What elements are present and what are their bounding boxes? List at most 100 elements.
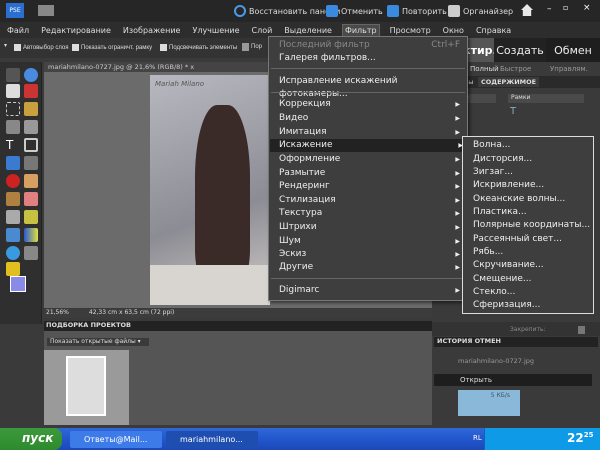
straighten-tool-icon[interactable] [24,156,38,170]
menu-item-texture[interactable]: Текстура ▶ [279,207,464,220]
menu-filter[interactable]: Фильтр [341,23,380,37]
gradient-tool-icon[interactable] [24,228,38,242]
home-icon[interactable] [521,4,533,16]
trash-icon[interactable] [578,326,585,334]
eyedropper-tool-icon[interactable] [24,84,38,98]
close-tab-icon[interactable]: x [190,63,194,71]
subtab-guided[interactable]: Управлям. [550,65,588,73]
submenu-item-polar-coordinates[interactable]: Полярные координаты... [473,219,590,232]
subtab-quick[interactable]: Быстрое [500,65,531,73]
highlight-checkbox[interactable]: Подсвечивать элементы [160,44,237,51]
submenu-item-shear[interactable]: Искривление... [473,179,544,192]
close-button[interactable]: × [583,3,591,13]
clone-stamp-tool-icon[interactable] [6,192,20,206]
menu-item-filter-gallery[interactable]: Галерея фильтров... [279,52,464,65]
contents-dropdown-1[interactable]: ▾ [464,94,496,104]
lasso-tool-icon[interactable] [24,102,38,116]
blur-tool-icon[interactable] [24,246,38,260]
submenu-item-diffuse-glow[interactable]: Рассеянный свет... [473,233,562,246]
menu-enhance[interactable]: Улучшение [190,25,241,36]
crop-tool-icon[interactable] [24,138,38,152]
undo-button[interactable]: Отменить [326,5,383,17]
options-menu-arrow[interactable]: ▾ [4,42,7,49]
taskbar-item-photoshop[interactable]: mariahmilano... [166,431,258,448]
menu-item-render[interactable]: Рендеринг ▶ [279,180,464,193]
panel-tab-contents[interactable]: СОДЕРЖИМОЕ [478,77,540,87]
menu-edit[interactable]: Редактирование [39,25,113,36]
minimize-button[interactable]: – [547,4,552,14]
menu-file[interactable]: Файл [5,25,31,36]
subtab-full[interactable]: Полный [470,65,499,73]
organizer-button[interactable]: Органайзер [448,5,513,17]
submenu-item-glass[interactable]: Стекло... [473,286,515,299]
menu-item-artistic[interactable]: Имитация ▶ [279,126,464,139]
menu-item-video[interactable]: Видео ▶ [279,112,464,125]
brush-tool-icon[interactable] [6,210,20,224]
restore-button[interactable]: ▫ [563,3,568,12]
marquee-tool-icon[interactable] [6,102,20,116]
menu-item-brush-strokes[interactable]: Штрихи ▶ [279,221,464,234]
menu-item-adjustments[interactable]: Коррекция ▶ [279,98,464,111]
tab-share[interactable]: Обмен [546,38,600,62]
submenu-item-zigzag[interactable]: Зигзаг... [473,166,513,179]
history-item-open[interactable]: Открыть [434,374,592,386]
menu-item-last-filter[interactable]: Последний фильтр Ctrl+F [279,39,464,52]
submenu-item-ocean-ripple[interactable]: Океанские волны... [473,193,565,206]
menu-item-distort[interactable]: Искажение ▶ [270,139,467,152]
menu-item-sketch[interactable]: Эскиз ▶ [279,248,464,261]
history-item-file[interactable]: mariahmilano-0727.jpg [438,351,588,371]
menu-item-noise[interactable]: Шум ▶ [279,235,464,248]
submenu-item-twirl[interactable]: Скручивание... [473,259,544,272]
cookie-cutter-tool-icon[interactable] [6,156,20,170]
menu-image[interactable]: Изображение [121,25,183,36]
restore-panels-button[interactable]: Восстановить панели [234,5,340,17]
layout-button[interactable] [38,5,54,16]
menu-item-stylize-design[interactable]: Оформление ▶ [279,153,464,166]
submenu-item-ripple[interactable]: Рябь... [473,246,503,259]
auto-select-checkbox[interactable]: Автовыбор слоя [14,44,69,51]
submenu-item-liquify[interactable]: Пластика... [473,206,527,219]
language-indicator[interactable]: RL [473,434,482,442]
healing-brush-tool-icon[interactable] [24,174,38,188]
redo-button[interactable]: Повторить [387,5,447,17]
text-icon[interactable]: T [510,106,516,117]
menu-window[interactable]: Окно [441,25,466,36]
bin-thumbnail[interactable] [44,350,129,425]
eraser-tool-icon[interactable] [24,192,38,206]
move-tool-icon[interactable] [6,68,20,82]
quick-select-tool-icon[interactable] [24,120,38,134]
submenu-item-wave[interactable]: Волна... [473,139,510,152]
tab-create[interactable]: Создать [494,38,546,62]
shape-tool-icon[interactable] [6,246,20,260]
bin-show-select[interactable]: Показать открытые файлы ▾ [46,337,150,347]
red-eye-tool-icon[interactable] [6,174,20,188]
sponge-tool-icon[interactable] [6,262,20,276]
submenu-item-spherize[interactable]: Сферизация... [473,299,540,312]
menu-item-lens-correction[interactable]: Исправление искажений фотокамеры... [279,75,464,99]
magic-wand-tool-icon[interactable] [6,120,20,134]
type-tool-icon[interactable]: T [6,138,20,152]
foreground-color-swatch[interactable] [10,276,26,292]
document-tab[interactable]: mariahmilano-0727.jpg @ 21,6% (RGB/8) * … [44,62,269,72]
taskbar-item-opera[interactable]: Ответы@Mail... [70,431,162,448]
zoom-level[interactable]: 21,56% [46,309,69,318]
smart-brush-tool-icon[interactable] [24,210,38,224]
arrange-button[interactable]: Пор [242,43,262,51]
submenu-item-distortion[interactable]: Дисторсия... [473,153,532,166]
menu-item-stylize[interactable]: Стилизация ▶ [279,194,464,207]
menu-item-blur[interactable]: Размытие ▶ [279,167,464,180]
show-bbox-checkbox[interactable]: Показать ограничт. рамку [72,44,152,51]
start-button[interactable]: пуск [0,428,62,450]
submenu-item-displace[interactable]: Смещение... [473,273,531,286]
contents-dropdown-2[interactable]: Рамки [508,94,584,103]
hand-tool-icon[interactable] [6,84,20,98]
zoom-tool-icon[interactable] [24,68,38,82]
menu-view[interactable]: Просмотр [388,25,433,36]
menu-separator [271,92,465,93]
paint-bucket-tool-icon[interactable] [6,228,20,242]
menu-layer[interactable]: Слой [250,25,275,36]
menu-select[interactable]: Выделение [282,25,334,36]
menu-help[interactable]: Справка [474,25,513,36]
menu-item-digimarc[interactable]: Digimarc ▶ [279,284,464,297]
menu-item-other[interactable]: Другие ▶ [279,261,464,274]
